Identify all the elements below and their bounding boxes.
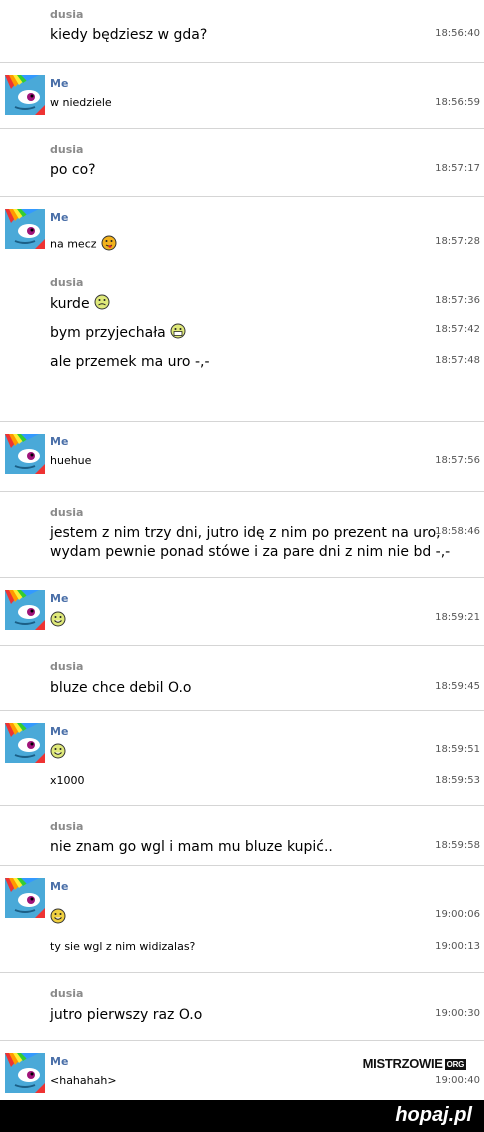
- timestamp: 19:00:40: [435, 1075, 480, 1086]
- sender-name: Me: [50, 880, 69, 893]
- message-text: jestem z nim trzy dni, jutro idę z nim p…: [50, 525, 441, 541]
- message-text: nie znam go wgl i mam mu bluze kupić..: [50, 839, 333, 855]
- message-block: dusia jestem z nim trzy dni, jutro idę z …: [0, 491, 484, 560]
- message-text-content: na mecz: [50, 237, 97, 251]
- message-block: Me 18:59:21: [0, 577, 484, 630]
- timestamp: 19:00:13: [435, 941, 480, 952]
- avatar: [5, 1053, 45, 1093]
- message-text-content: kurde: [50, 296, 90, 312]
- message-text-content: kiedy będziesz w gda?: [50, 27, 208, 43]
- timestamp: 19:00:06: [435, 909, 480, 920]
- sender-name: dusia: [50, 8, 84, 21]
- message-block: Me <hahahah> 19:00:40: [0, 1040, 484, 1093]
- message-text: ale przemek ma uro -,-: [50, 354, 210, 370]
- sender-name: dusia: [50, 506, 84, 519]
- message-block: dusia bluze chce debil O.o 18:59:45: [0, 645, 484, 696]
- message-text-content: w niedziele: [50, 96, 112, 109]
- message-text: <hahahah>: [50, 1074, 117, 1087]
- message-block: Me huehue 18:57:56: [0, 421, 484, 474]
- message-block: Me 19:00:06 ty sie wgl z nim widizalas? 19:…: [0, 865, 484, 953]
- watermark-text: MISTRZOWIE: [362, 1056, 443, 1071]
- message-text-content: jestem z nim trzy dni, jutro idę z nim p…: [50, 525, 441, 541]
- watermark-suffix: ORG: [444, 1059, 466, 1071]
- timestamp: 18:59:21: [435, 612, 480, 623]
- message-block: dusia nie znam go wgl i mam mu bluze kupi…: [0, 805, 484, 855]
- message-text-content: huehue: [50, 454, 92, 467]
- avatar: [5, 75, 45, 115]
- message-block: dusia jutro pierwszy raz O.o 19:00:30: [0, 972, 484, 1023]
- message-text: jutro pierwszy raz O.o: [50, 1007, 202, 1023]
- message-text-content: bym przyjechała: [50, 325, 166, 341]
- footer-brand-logo: hopaj.pl: [395, 1104, 472, 1126]
- sender-name: Me: [50, 435, 69, 448]
- message-text: na mecz: [50, 235, 117, 254]
- message-text-content: jutro pierwszy raz O.o: [50, 1007, 203, 1023]
- message-block: Me 18:59:51 x1000 18:59:53: [0, 710, 484, 787]
- message-text: [50, 743, 66, 762]
- avatar: [5, 723, 45, 763]
- message-text: [50, 908, 66, 927]
- timestamp: 18:57:56: [435, 455, 480, 466]
- message-text-content: nie znam go wgl i mam mu bluze kupić..: [50, 839, 333, 855]
- mistrzowie-watermark: MISTRZOWIE ORG: [363, 1056, 466, 1071]
- timestamp: 18:57:36: [435, 295, 480, 306]
- sender-name: dusia: [50, 660, 84, 673]
- timestamp: 18:57:17: [435, 163, 480, 174]
- message-text-content: wydam pewnie ponad stówe i za pare dni z…: [50, 544, 451, 560]
- sender-name: Me: [50, 592, 69, 605]
- timestamp: 18:59:45: [435, 681, 480, 692]
- avatar: [5, 590, 45, 630]
- timestamp: 18:59:51: [435, 744, 480, 755]
- message-text: kiedy będziesz w gda?: [50, 27, 207, 43]
- message-text-content: po co?: [50, 162, 96, 178]
- sender-name: dusia: [50, 987, 84, 1000]
- avatar: [5, 434, 45, 474]
- sender-name: Me: [50, 211, 69, 224]
- message-text: wydam pewnie ponad stówe i za pare dni z…: [50, 544, 450, 560]
- timestamp: 18:57:48: [435, 355, 480, 366]
- message-text: w niedziele: [50, 96, 112, 109]
- message-text: huehue: [50, 454, 91, 467]
- message-text-content: ale przemek ma uro -,-: [50, 354, 210, 370]
- message-text: po co?: [50, 162, 96, 178]
- laugh-emoticon-icon: [50, 743, 66, 762]
- message-text-content: bluze chce debil O.o: [50, 680, 192, 696]
- timestamp: 18:59:53: [435, 775, 480, 786]
- sender-name: dusia: [50, 276, 84, 289]
- message-text-content: ty sie wgl z nim widizalas?: [50, 940, 196, 953]
- timestamp: 19:00:30: [435, 1008, 480, 1019]
- sender-name: dusia: [50, 143, 84, 156]
- message-text-content: x1000: [50, 774, 85, 787]
- message-block: dusia po co? 18:57:17: [0, 128, 484, 178]
- message-text: kurde: [50, 294, 110, 314]
- grimace-emoticon-icon: [94, 294, 110, 314]
- message-text: x1000: [50, 774, 85, 787]
- message-text: [50, 611, 66, 631]
- sender-name: Me: [50, 725, 69, 738]
- message-text: ty sie wgl z nim widizalas?: [50, 940, 195, 953]
- grin-emoticon-icon: [170, 323, 186, 343]
- sender-name: dusia: [50, 820, 84, 833]
- avatar: [5, 878, 45, 918]
- message-block: Me w niedziele 18:56:59: [0, 62, 484, 115]
- timestamp: 18:57:28: [435, 236, 480, 247]
- message-text: bym przyjechała: [50, 323, 186, 343]
- message-text: bluze chce debil O.o: [50, 680, 191, 696]
- message-block: Me na mecz 18:57:28: [0, 196, 484, 251]
- message-text-content: <hahahah>: [50, 1074, 117, 1087]
- timestamp: 18:59:58: [435, 840, 480, 851]
- timestamp: 18:57:42: [435, 324, 480, 335]
- timestamp: 18:58:46: [435, 526, 480, 537]
- tongue-emoticon-icon: [101, 235, 117, 254]
- smile-emoticon-icon: [50, 908, 66, 927]
- laugh-emoticon-icon: [50, 611, 66, 631]
- avatar: [5, 209, 45, 249]
- sender-name: Me: [50, 77, 69, 90]
- sender-name: Me: [50, 1055, 69, 1068]
- timestamp: 18:56:40: [435, 28, 480, 39]
- footer-bar: hopaj.pl: [0, 1100, 484, 1132]
- timestamp: 18:56:59: [435, 97, 480, 108]
